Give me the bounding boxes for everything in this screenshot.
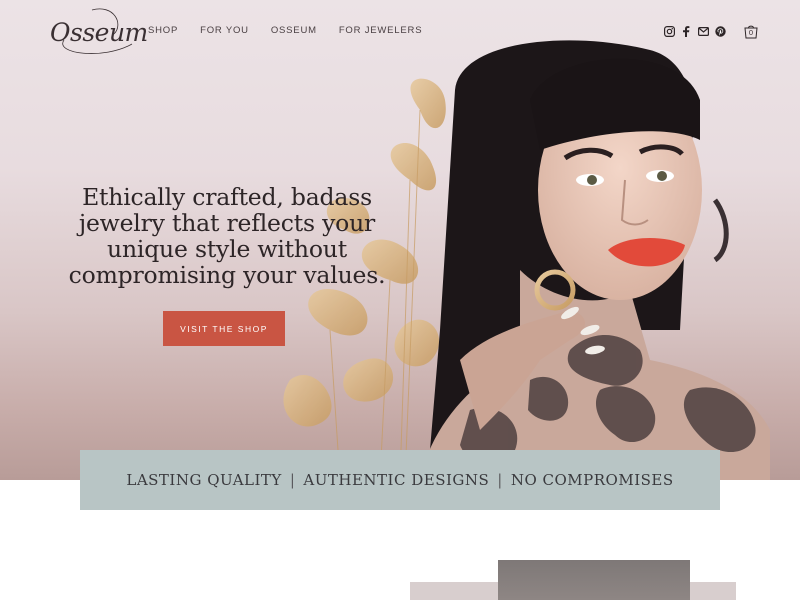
value-no-compromises: NO COMPROMISES	[510, 471, 674, 489]
visit-shop-button[interactable]: VISIT THE SHOP	[163, 311, 285, 346]
headline-line: unique style without	[107, 235, 347, 263]
banner-separator: |	[497, 471, 503, 489]
product-thumbnail-right[interactable]	[690, 582, 736, 600]
value-authentic-designs: AUTHENTIC DESIGNS	[303, 471, 490, 489]
nav-link-for-you[interactable]: FOR YOU	[200, 25, 249, 36]
top-navigation: Osseum SHOP FOR YOU OSSEUM FOR JEWELERS …	[0, 0, 800, 64]
brand-logo[interactable]: Osseum	[50, 18, 148, 47]
social-icons: 0	[663, 24, 759, 39]
email-icon[interactable]	[697, 26, 709, 38]
headline-line: jewelry that reflects your	[78, 209, 376, 237]
pinterest-icon[interactable]	[714, 26, 726, 38]
value-lasting-quality: LASTING QUALITY	[126, 471, 282, 489]
value-banner: LASTING QUALITY | AUTHENTIC DESIGNS | NO…	[80, 450, 720, 510]
nav-links: SHOP FOR YOU OSSEUM FOR JEWELERS	[148, 25, 444, 36]
page: Osseum SHOP FOR YOU OSSEUM FOR JEWELERS …	[0, 0, 800, 600]
nav-link-osseum[interactable]: OSSEUM	[271, 25, 317, 36]
instagram-icon[interactable]	[663, 26, 675, 38]
facebook-icon[interactable]	[680, 26, 692, 38]
headline-line: Ethically crafted, badass	[82, 183, 372, 211]
headline-line: compromising your values.	[68, 261, 386, 289]
cart-icon[interactable]: 0	[743, 24, 759, 39]
nav-link-shop[interactable]: SHOP	[148, 25, 178, 36]
banner-separator: |	[289, 471, 296, 489]
nav-link-for-jewelers[interactable]: FOR JEWELERS	[339, 25, 423, 36]
product-thumbnail-center[interactable]	[498, 560, 690, 600]
product-thumbnail-left[interactable]	[410, 582, 498, 600]
hero-headline: Ethically crafted, badass jewelry that r…	[62, 184, 392, 288]
cart-count: 0	[748, 28, 754, 37]
